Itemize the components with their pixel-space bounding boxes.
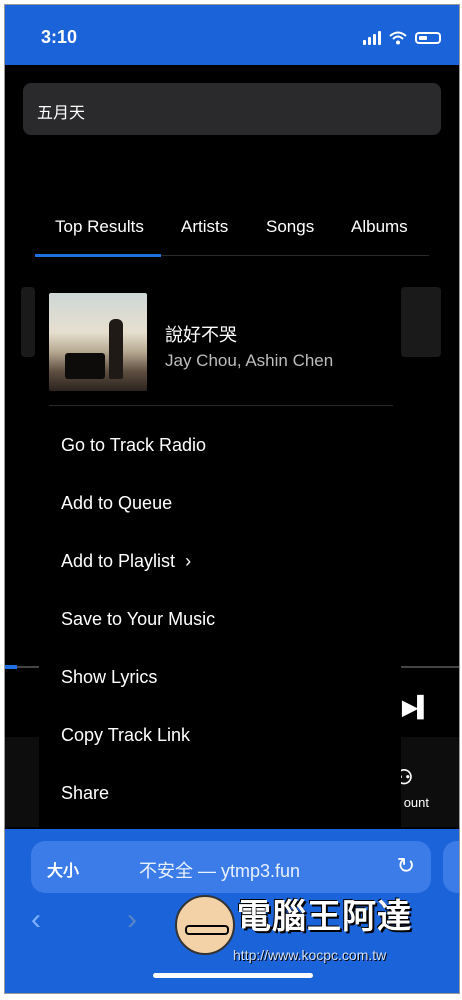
text-size-button[interactable]: 大小	[47, 857, 79, 881]
watermark-url: http://www.kocpc.com.tw	[233, 947, 387, 963]
menu-item-label: Save to Your Music	[61, 609, 216, 629]
album-art-piano	[65, 353, 105, 379]
reload-icon[interactable]: ↻	[397, 853, 415, 879]
next-tab-address-bar[interactable]	[443, 841, 459, 893]
result-tabs: Top Results Artists Songs Albums	[35, 213, 429, 257]
menu-item-share[interactable]: Share	[61, 783, 109, 804]
address-bar[interactable]: 大小 不安全 — ytmp3.fun ↻	[31, 841, 431, 893]
playback-progress	[5, 665, 17, 669]
next-track-icon[interactable]: ▶▍	[402, 695, 433, 720]
tab-albums[interactable]: Albums	[351, 217, 408, 237]
account-label: ount	[403, 795, 429, 810]
tab-top-results[interactable]: Top Results	[55, 217, 144, 237]
watermark-title: 電腦王阿達	[237, 898, 412, 936]
app-frame: 3:10 五月天 Top Results Artists Songs Album…	[4, 4, 460, 994]
tab-artists[interactable]: Artists	[181, 217, 228, 237]
background-result-card	[21, 287, 35, 357]
active-tab-indicator	[35, 254, 161, 257]
background-result-card	[401, 287, 441, 357]
album-art-figure	[109, 319, 123, 379]
album-art	[49, 293, 147, 391]
search-input[interactable]: 五月天	[23, 83, 441, 135]
menu-item-label: Add to Playlist	[61, 551, 176, 571]
menu-item-show-lyrics[interactable]: Show Lyrics	[61, 667, 157, 688]
signal-icon	[363, 31, 381, 45]
forward-icon[interactable]: ›	[127, 903, 137, 937]
menu-item-label: Show Lyrics	[61, 667, 158, 687]
status-bar: 3:10	[5, 5, 459, 65]
wifi-icon	[389, 31, 407, 45]
menu-item-add-to-queue[interactable]: Add to Queue	[61, 493, 172, 514]
track-title: 說好不哭	[165, 325, 237, 345]
menu-item-label: Share	[61, 783, 110, 803]
track-artist: Jay Chou, Ashin Chen	[165, 351, 334, 370]
menu-item-copy-link[interactable]: Copy Track Link	[61, 725, 190, 746]
menu-item-save-to-music[interactable]: Save to Your Music	[61, 609, 215, 630]
menu-item-label: Copy Track Link	[61, 725, 191, 745]
menu-item-label: Go to Track Radio	[61, 435, 207, 455]
watermark: 電腦王阿達 http://www.kocpc.com.tw	[175, 889, 445, 981]
back-icon[interactable]: ‹	[31, 903, 41, 937]
address-text: 不安全 — ytmp3.fun	[139, 861, 301, 881]
menu-item-add-to-playlist[interactable]: Add to Playlist ›	[61, 551, 191, 572]
menu-divider	[49, 405, 393, 406]
menu-item-label: Add to Queue	[61, 493, 173, 513]
status-icons	[363, 31, 441, 45]
chevron-right-icon: ›	[185, 551, 192, 571]
home-indicator[interactable]	[153, 973, 313, 978]
battery-icon	[415, 32, 441, 44]
tab-songs[interactable]: Songs	[266, 217, 314, 237]
status-time: 3:10	[41, 27, 78, 47]
track-context-menu: 說好不哭 Jay Chou, Ashin Chen Go to Track Ra…	[39, 273, 401, 833]
watermark-glasses	[185, 925, 229, 935]
menu-item-track-radio[interactable]: Go to Track Radio	[61, 435, 206, 456]
watermark-mascot	[175, 895, 235, 955]
